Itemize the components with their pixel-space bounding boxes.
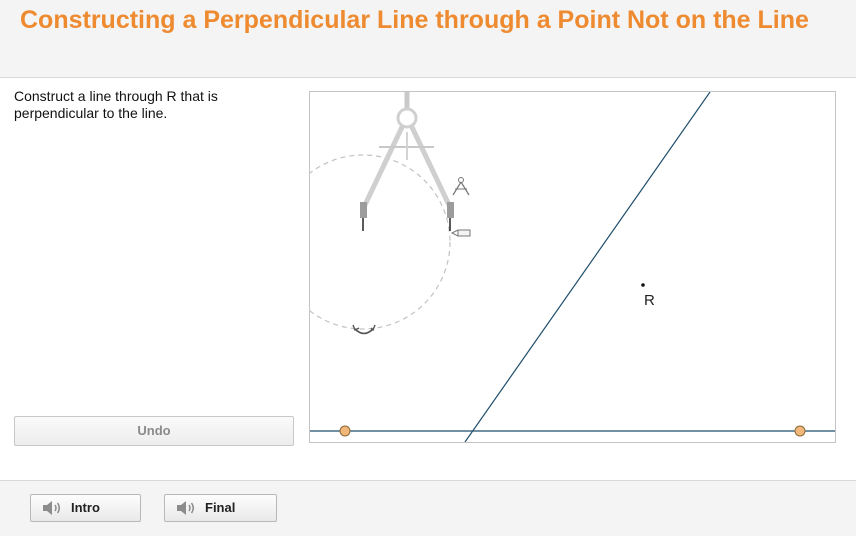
construction-canvas[interactable]: R	[309, 91, 836, 443]
page-title: Constructing a Perpendicular Line throug…	[20, 6, 809, 34]
slanted-line	[464, 92, 711, 442]
point-r-label: R	[644, 292, 655, 309]
line-handle-right[interactable]	[794, 425, 806, 437]
footer: Intro Final	[0, 480, 856, 536]
line-handle-left[interactable]	[339, 425, 351, 437]
intro-label: Intro	[71, 500, 100, 515]
point-r[interactable]	[641, 283, 645, 287]
pencil-icon[interactable]	[450, 229, 471, 237]
compass-arc	[310, 154, 451, 330]
instructions-text: Construct a line through R that is perpe…	[14, 88, 218, 121]
speaker-icon	[177, 501, 194, 515]
header: Constructing a Perpendicular Line throug…	[0, 0, 856, 78]
compass-icon[interactable]	[360, 92, 454, 231]
final-audio-button[interactable]: Final	[164, 494, 277, 522]
speaker-icon	[43, 501, 60, 515]
construction-svg[interactable]	[310, 92, 835, 442]
intro-audio-button[interactable]: Intro	[30, 494, 141, 522]
final-label: Final	[205, 500, 236, 515]
undo-button[interactable]: Undo	[14, 416, 294, 446]
compass-adjust-icon[interactable]	[452, 177, 470, 196]
